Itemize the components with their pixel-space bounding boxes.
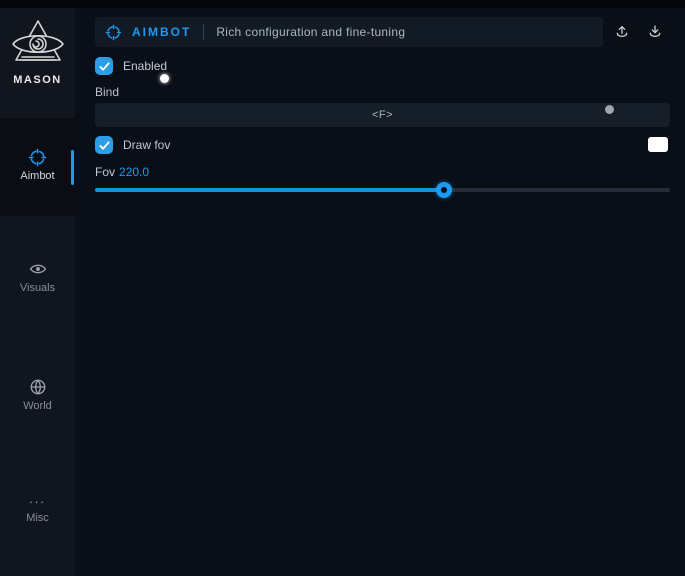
- download-config-button[interactable]: [645, 22, 665, 42]
- ellipsis-icon: ...: [0, 494, 75, 508]
- upload-config-button[interactable]: [612, 22, 632, 42]
- draw-fov-row: Draw fov: [95, 136, 170, 154]
- page-subtitle: Rich configuration and fine-tuning: [216, 25, 405, 39]
- crosshair-icon: [105, 24, 122, 41]
- enabled-label: Enabled: [123, 59, 167, 73]
- logo: MASON: [0, 18, 75, 86]
- cursor-ghost-dot: [605, 105, 614, 114]
- download-icon: [647, 24, 663, 40]
- eye-icon: [0, 260, 75, 278]
- check-icon: [99, 61, 110, 72]
- fov-slider-thumb[interactable]: [436, 182, 452, 198]
- mason-menu-window: MASON Aimbot: [0, 0, 685, 576]
- sidebar-item-label: World: [0, 400, 75, 412]
- divider: [203, 24, 204, 40]
- fov-color-picker[interactable]: [648, 137, 668, 152]
- upload-icon: [614, 24, 630, 40]
- window-top-strip: [0, 0, 685, 8]
- active-tab-indicator: [71, 150, 74, 185]
- sidebar-item-aimbot[interactable]: Aimbot: [0, 118, 75, 216]
- enabled-checkbox[interactable]: [95, 57, 113, 75]
- sidebar-item-label: Misc: [0, 512, 75, 524]
- mouse-cursor-dot: [160, 74, 169, 83]
- section-header: AIMBOT Rich configuration and fine-tunin…: [95, 17, 603, 47]
- fov-label: Fov 220.0: [95, 165, 149, 179]
- sidebar: MASON Aimbot: [0, 8, 75, 576]
- fov-slider[interactable]: [95, 188, 670, 192]
- sidebar-item-visuals[interactable]: Visuals: [0, 260, 75, 294]
- sidebar-item-label: Visuals: [0, 282, 75, 294]
- globe-icon: [0, 378, 75, 396]
- sidebar-item-world[interactable]: World: [0, 378, 75, 412]
- bind-label: Bind: [95, 85, 119, 99]
- pyramid-eye-logo-icon: [0, 18, 75, 72]
- bind-key-value: <F>: [372, 109, 393, 121]
- sidebar-item-misc[interactable]: ... Misc: [0, 494, 75, 524]
- page-title: AIMBOT: [132, 25, 191, 39]
- enabled-row: Enabled: [95, 57, 167, 75]
- check-icon: [99, 140, 110, 151]
- sidebar-item-label: Aimbot: [0, 170, 75, 182]
- bind-key-input[interactable]: <F>: [95, 103, 670, 127]
- draw-fov-label: Draw fov: [123, 138, 170, 152]
- fov-value: 220.0: [119, 165, 149, 179]
- fov-slider-fill: [95, 188, 444, 192]
- logo-text: MASON: [0, 74, 75, 86]
- fov-label-text: Fov: [95, 165, 115, 179]
- crosshair-icon: [0, 148, 75, 166]
- draw-fov-checkbox[interactable]: [95, 136, 113, 154]
